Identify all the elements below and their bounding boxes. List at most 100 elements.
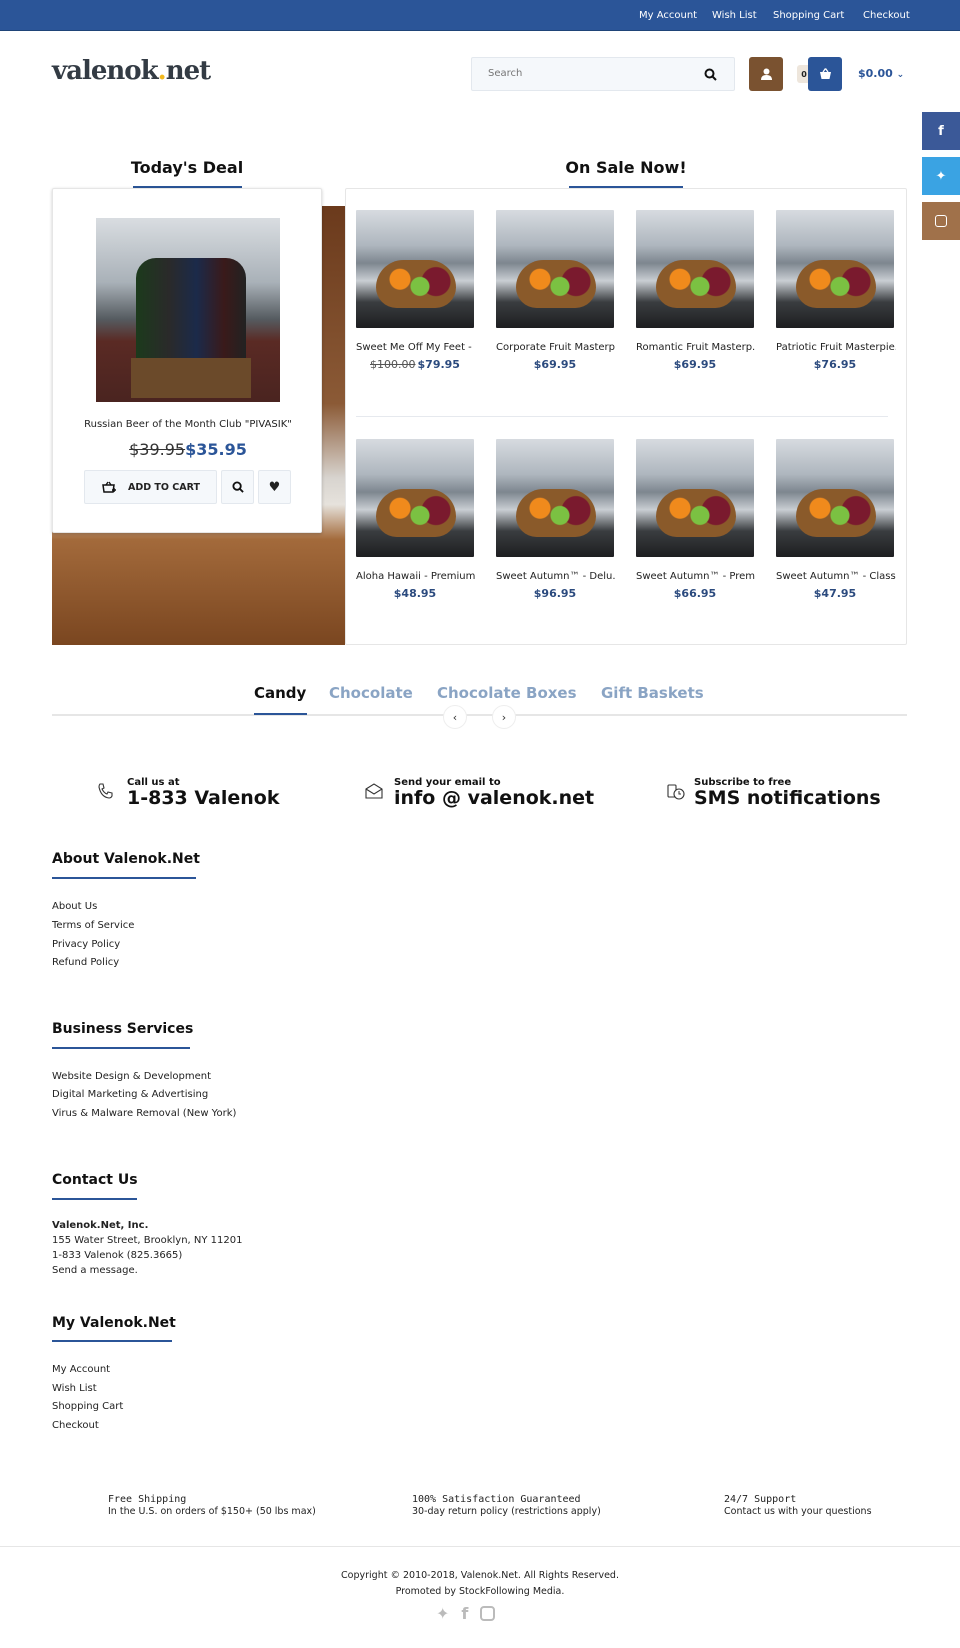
send-message-link[interactable]: Send a message.	[52, 1265, 138, 1276]
wishlist-button[interactable]: ♥	[258, 470, 291, 504]
feature-title: 100% Satisfaction Guaranteed	[412, 1494, 581, 1505]
footer-link-terms[interactable]: Terms of Service	[52, 920, 134, 931]
add-to-cart-button[interactable]: ADD TO CART	[84, 470, 217, 504]
chevron-right-icon: ›	[501, 710, 507, 724]
contact-heading: Contact Us	[52, 1172, 138, 1188]
feature-text: 30-day return policy (restrictions apply…	[412, 1506, 601, 1517]
next-arrow-button[interactable]: ›	[492, 705, 516, 729]
top-link-checkout[interactable]: Checkout	[863, 10, 910, 21]
deal-old-price: $39.95	[129, 440, 186, 459]
cart-add-icon	[102, 481, 116, 493]
tab-chocolate[interactable]: Chocolate	[329, 684, 413, 702]
product-name[interactable]: Sweet Me Off My Feet - ..	[356, 342, 476, 353]
instagram-icon	[935, 215, 947, 227]
footer-link-my-account[interactable]: My Account	[52, 1364, 110, 1375]
product-name[interactable]: Sweet Autumn™ - Prem..	[636, 571, 756, 582]
add-to-cart-label: ADD TO CART	[128, 481, 200, 493]
product-image[interactable]	[356, 439, 474, 557]
twitter-icon[interactable]: ✦	[436, 1604, 449, 1623]
heading-underline	[52, 877, 196, 879]
footer-link-wish-list[interactable]: Wish List	[52, 1383, 97, 1394]
cart-button[interactable]	[808, 57, 842, 91]
product-sale-price: $66.95	[673, 587, 717, 600]
product-sale-price: $76.95	[813, 358, 857, 371]
product-price: $69.95	[496, 358, 614, 371]
cart-total-dropdown[interactable]: $0.00 ⌄	[858, 67, 904, 80]
footer-link-virus-removal[interactable]: Virus & Malware Removal (New York)	[52, 1108, 236, 1119]
search-icon[interactable]	[704, 68, 717, 81]
product-price: $96.95	[496, 587, 614, 600]
facebook-icon[interactable]: f	[461, 1604, 468, 1623]
promoted-by[interactable]: Promoted by StockFollowing Media.	[0, 1586, 960, 1597]
product-sale-price: $47.95	[813, 587, 857, 600]
product-name[interactable]: Sweet Autumn™ - Delu...	[496, 571, 616, 582]
product-name[interactable]: Sweet Autumn™ - Class..	[776, 571, 896, 582]
chevron-left-icon: ‹	[452, 710, 458, 724]
phone-icon	[98, 783, 113, 799]
account-button[interactable]	[749, 57, 783, 91]
footer-link-about-us[interactable]: About Us	[52, 901, 97, 912]
product-image[interactable]	[776, 210, 894, 328]
footer-link-web-design[interactable]: Website Design & Development	[52, 1071, 211, 1082]
product-price: $100.00 $79.95	[356, 358, 474, 371]
product-name[interactable]: Patriotic Fruit Masterpie..	[776, 342, 896, 353]
product-name[interactable]: Romantic Fruit Masterp...	[636, 342, 756, 353]
footer-social: ✦ f	[436, 1604, 496, 1623]
twitter-side-button[interactable]: ✦	[922, 157, 960, 195]
prev-arrow-button[interactable]: ‹	[443, 705, 467, 729]
company-name: Valenok.Net, Inc.	[52, 1220, 149, 1231]
product-sale-price: $79.95	[417, 358, 460, 371]
product-price: $66.95	[636, 587, 754, 600]
email-address[interactable]: info @ valenok.net	[394, 787, 594, 809]
footer-link-refund[interactable]: Refund Policy	[52, 957, 119, 968]
heading-underline	[52, 1198, 137, 1200]
product-sale-price: $96.95	[533, 587, 577, 600]
product-image[interactable]	[636, 210, 754, 328]
footer-link-shopping-cart[interactable]: Shopping Cart	[52, 1401, 123, 1412]
sms-notifications-link[interactable]: SMS notifications	[694, 787, 881, 809]
tab-gift-baskets[interactable]: Gift Baskets	[601, 684, 704, 702]
footer-link-marketing[interactable]: Digital Marketing & Advertising	[52, 1089, 208, 1100]
top-bar: My Account Wish List Shopping Cart Check…	[0, 0, 960, 31]
heading-underline	[52, 1047, 190, 1049]
top-link-shopping-cart[interactable]: Shopping Cart	[773, 10, 844, 21]
chevron-down-icon: ⌄	[896, 70, 905, 80]
tab-chocolate-boxes[interactable]: Chocolate Boxes	[437, 684, 577, 702]
envelope-icon	[365, 783, 383, 799]
top-link-my-account[interactable]: My Account	[639, 10, 697, 21]
product-name[interactable]: Corporate Fruit Masterp..	[496, 342, 616, 353]
deal-price: $39.95$35.95	[53, 440, 323, 459]
facebook-side-button[interactable]: f	[922, 112, 960, 150]
heading-underline	[52, 1340, 172, 1342]
todays-deal-heading: Today's Deal	[130, 158, 244, 177]
feature-title: 24/7 Support	[724, 1494, 797, 1505]
quick-view-button[interactable]	[221, 470, 254, 504]
footer-link-checkout[interactable]: Checkout	[52, 1420, 99, 1431]
product-image[interactable]	[496, 210, 614, 328]
deal-product-name[interactable]: Russian Beer of the Month Club "PIVASIK"	[53, 419, 323, 430]
facebook-icon: f	[938, 123, 944, 139]
product-name[interactable]: Aloha Hawaii - Premium..	[356, 571, 476, 582]
company-address: 155 Water Street, Brooklyn, NY 11201	[52, 1235, 243, 1246]
product-image[interactable]	[496, 439, 614, 557]
product-image[interactable]	[636, 439, 754, 557]
footer-link-privacy[interactable]: Privacy Policy	[52, 939, 120, 950]
top-link-wish-list[interactable]: Wish List	[712, 10, 757, 21]
business-heading: Business Services	[52, 1021, 194, 1037]
twitter-icon: ✦	[935, 168, 947, 184]
instagram-icon[interactable]	[480, 1606, 496, 1621]
on-sale-heading: On Sale Now!	[565, 158, 687, 177]
product-image[interactable]	[776, 439, 894, 557]
copyright: Copyright © 2010-2018, Valenok.Net. All …	[341, 1570, 619, 1581]
product-old-price: $100.00	[370, 358, 416, 371]
phone-number[interactable]: 1-833 Valenok	[127, 787, 279, 809]
deal-product-image[interactable]	[96, 218, 280, 402]
feature-text: In the U.S. on orders of $150+ (50 lbs m…	[108, 1506, 316, 1517]
tab-candy[interactable]: Candy	[254, 684, 306, 702]
basket-icon	[819, 68, 831, 79]
deal-card: Russian Beer of the Month Club "PIVASIK"…	[52, 188, 322, 533]
instagram-side-button[interactable]	[922, 202, 960, 240]
product-image[interactable]	[356, 210, 474, 328]
logo[interactable]: valenok.net	[52, 56, 211, 86]
search-input[interactable]	[488, 68, 688, 79]
